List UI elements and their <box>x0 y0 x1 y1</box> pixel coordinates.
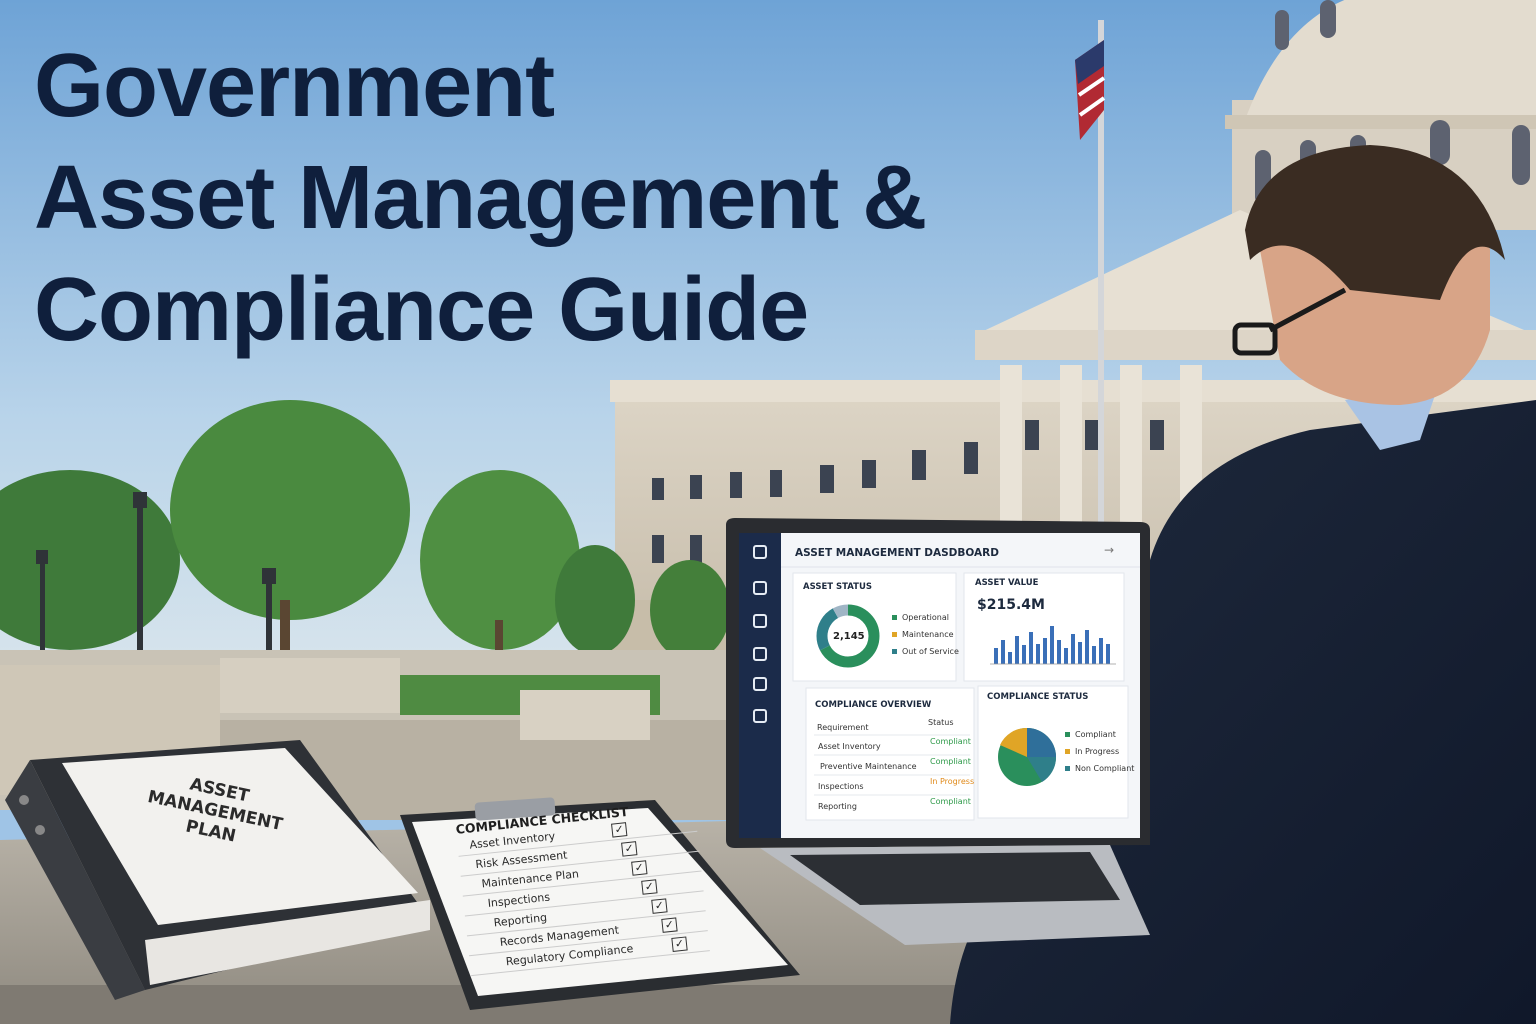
headline-line-2: Asset Management & <box>34 148 927 248</box>
asset-status-title: ASSET STATUS <box>803 582 873 592</box>
legend-out-of-service: Out of Service <box>902 647 959 656</box>
compliance-checklist: COMPLIANCE CHECKLIST Asset Inventory ✓ Ris… <box>455 797 710 977</box>
legend-operational: Operational <box>902 613 949 622</box>
page-headline: Government Asset Management & Compliance… <box>34 30 927 366</box>
checkbox-checked-icon[interactable]: ✓ <box>651 897 668 914</box>
overview-row-status: In Progress <box>930 777 975 786</box>
compliance-overview-title: COMPLIANCE OVERVIEW <box>815 700 932 710</box>
compliance-status-title: COMPLIANCE STATUS <box>987 692 1089 702</box>
asset-value-amount: $215.4M <box>977 597 1045 613</box>
column-requirement: Requirement <box>817 723 869 732</box>
checkbox-checked-icon[interactable]: ✓ <box>661 916 678 933</box>
legend-non-compliant: Non Compliant <box>1075 764 1135 773</box>
asset-status-total: 2,145 <box>833 631 865 642</box>
legend-compliant: Compliant <box>1075 730 1116 739</box>
arrow-icon[interactable]: → <box>1104 543 1114 557</box>
checklist-item-label: Reporting <box>493 910 548 930</box>
compliance-pie <box>998 727 1057 786</box>
checklist-item-label: Inspections <box>487 890 551 910</box>
overview-row-status: Compliant <box>930 737 971 746</box>
dashboard-sidebar <box>739 533 781 838</box>
checkbox-checked-icon[interactable]: ✓ <box>671 935 688 952</box>
headline-line-3: Compliance Guide <box>34 260 809 360</box>
overview-row-status: Compliant <box>930 797 971 806</box>
overview-row-requirement: Inspections <box>818 782 864 791</box>
checkbox-checked-icon[interactable]: ✓ <box>631 859 648 876</box>
overview-row-status: Compliant <box>930 757 971 766</box>
column-status: Status <box>928 718 954 727</box>
dashboard-title: ASSET MANAGEMENT DASDBOARD <box>795 547 999 559</box>
overview-row-requirement: Preventive Maintenance <box>820 762 917 771</box>
asset-value-title: ASSET VALUE <box>975 578 1039 588</box>
overview-row-requirement: Reporting <box>818 802 857 811</box>
legend-in-progress: In Progress <box>1075 747 1120 756</box>
checkbox-checked-icon[interactable]: ✓ <box>621 840 638 857</box>
overview-row-requirement: Asset Inventory <box>818 742 881 751</box>
headline-line-1: Government <box>34 36 555 136</box>
legend-maintenance: Maintenance <box>902 630 954 639</box>
checkbox-checked-icon[interactable]: ✓ <box>610 821 628 838</box>
checkbox-checked-icon[interactable]: ✓ <box>641 878 658 895</box>
